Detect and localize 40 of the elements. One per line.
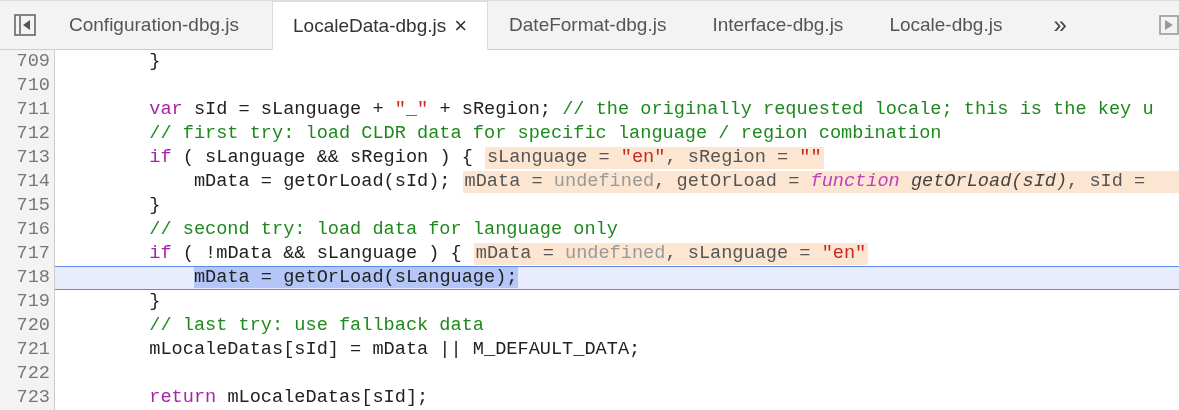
overflow-button[interactable]: »: [1049, 7, 1071, 43]
inline-value-hint: mData = undefined, sLanguage = "en": [473, 243, 869, 265]
code-text: if ( !mData && sLanguage ) {: [148, 243, 462, 265]
code-text: return mLocaleDatas[sId];: [148, 387, 429, 409]
line-number: 718: [0, 266, 55, 290]
line-number: 711: [0, 98, 55, 122]
line-number: 710: [0, 74, 55, 98]
code-text: // last try: use fallback data: [148, 315, 484, 337]
code-text: }: [148, 195, 161, 217]
line-number: 722: [0, 362, 55, 386]
inline-value-hint: sLanguage = "en", sRegion = "": [484, 147, 824, 169]
line-number: 719: [0, 290, 55, 314]
file-tab[interactable]: LocaleData-dbg.js ×: [272, 1, 489, 50]
line-number: 717: [0, 242, 55, 266]
inline-value-hint: mData = undefined, getOrLoad = function getOrLoad(sId), sId =: [462, 171, 1179, 193]
file-tab[interactable]: Locale-dbg.js: [868, 1, 1024, 49]
code-text: mData = getOrLoad(sLanguage);: [192, 267, 518, 289]
file-tab[interactable]: Interface-dbg.js: [691, 1, 865, 49]
line-number: 709: [0, 50, 55, 74]
code-text: mLocaleDatas[sId] = mData || M_DEFAULT_DATA;: [148, 339, 641, 361]
line-number: 712: [0, 122, 55, 146]
code-text: }: [148, 51, 161, 73]
line-number: 716: [0, 218, 55, 242]
line-number: 720: [0, 314, 55, 338]
code-text: if ( sLanguage && sRegion ) {: [148, 147, 473, 169]
code-text: // second try: load data for language only: [148, 219, 618, 241]
code-text: // first try: load CLDR data for specific language / region combination: [148, 123, 942, 145]
line-number: 714: [0, 170, 55, 194]
debugger-toggle-icon[interactable]: [1159, 15, 1179, 35]
line-number: 721: [0, 338, 55, 362]
code-text: var sId = sLanguage + "_" + sRegion; // the originally requested locale; this is the key u: [148, 99, 1154, 121]
line-number: 715: [0, 194, 55, 218]
close-icon[interactable]: ×: [454, 15, 468, 37]
file-tab[interactable]: Configuration-dbg.js: [48, 1, 261, 49]
code-text: mData = getOrLoad(sId);: [192, 171, 451, 193]
sidebar-toggle-icon[interactable]: [14, 14, 36, 36]
line-number: 713: [0, 146, 55, 170]
code-text: }: [148, 291, 161, 313]
file-tab[interactable]: DateFormat-dbg.js: [488, 1, 688, 49]
line-number: 723: [0, 386, 55, 410]
